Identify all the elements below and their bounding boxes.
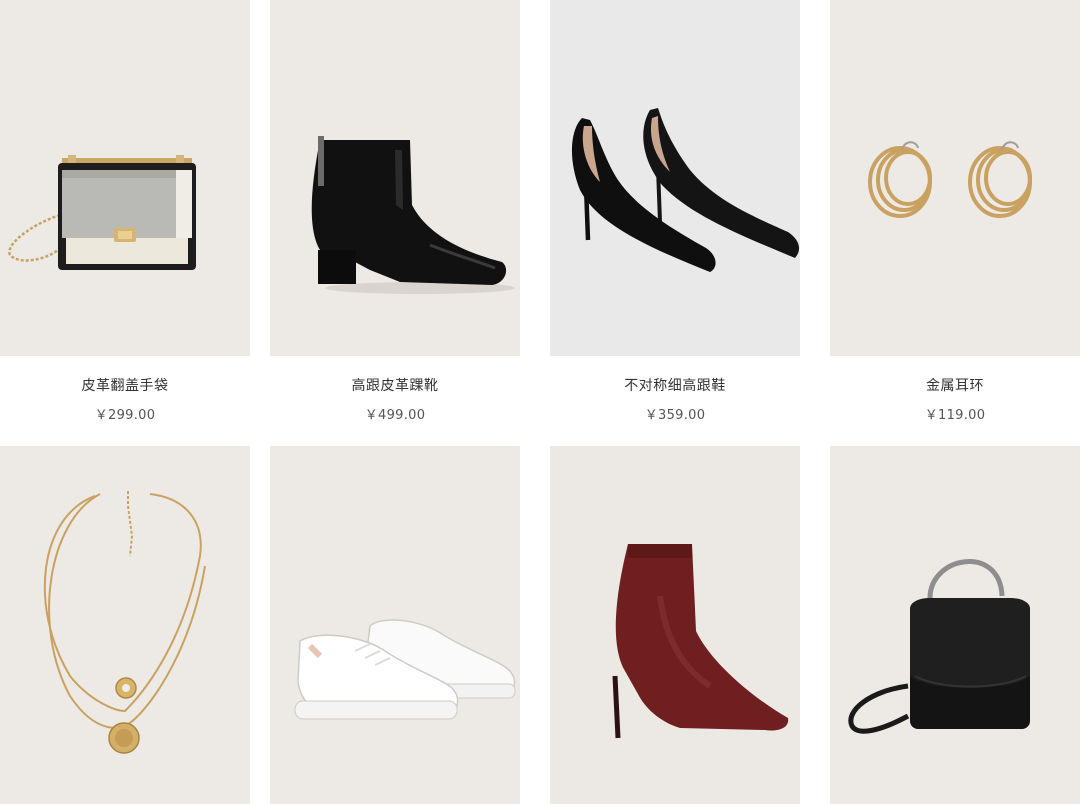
product-price: ￥119.00 [924, 408, 986, 423]
product-card-top-handle-bag[interactable] [830, 446, 1080, 804]
product-info: 皮革翻盖手袋 ￥299.00 [0, 356, 250, 445]
product-image-ankle-boot[interactable] [270, 0, 520, 356]
stiletto-pumps-image [550, 0, 800, 356]
product-image-hoop-earrings[interactable] [830, 0, 1080, 356]
product-grid: 皮革翻盖手袋 ￥299.00 高跟皮革踝靴 ￥499.00 不对称细高跟鞋 ￥3… [0, 0, 1080, 804]
product-info: 金属耳环 ￥119.00 [830, 356, 1080, 445]
product-price: ￥299.00 [94, 408, 156, 423]
top-handle-bag-image [830, 446, 1080, 804]
product-name[interactable]: 皮革翻盖手袋 [0, 375, 250, 395]
product-card-ankle-boot[interactable]: 高跟皮革踝靴 ￥499.00 [270, 0, 520, 445]
product-name[interactable]: 高跟皮革踝靴 [270, 375, 520, 395]
product-card-sneakers[interactable] [270, 446, 520, 804]
sock-boot-image [550, 446, 800, 804]
product-card-stiletto-pumps[interactable]: 不对称细高跟鞋 ￥359.00 [550, 0, 800, 445]
ankle-boot-image [270, 0, 520, 356]
product-name[interactable]: 金属耳环 [830, 375, 1080, 395]
product-name[interactable]: 不对称细高跟鞋 [550, 375, 800, 395]
product-price: ￥499.00 [364, 408, 426, 423]
product-image-top-handle-bag[interactable] [830, 446, 1080, 804]
product-image-sock-boot[interactable] [550, 446, 800, 804]
product-image-sneakers[interactable] [270, 446, 520, 804]
product-image-flap-bag[interactable] [0, 0, 250, 356]
hoop-earrings-image [830, 0, 1080, 356]
product-info: 不对称细高跟鞋 ￥359.00 [550, 356, 800, 445]
product-card-hoop-earrings[interactable]: 金属耳环 ￥119.00 [830, 0, 1080, 445]
necklace-image [0, 446, 250, 804]
product-image-necklace[interactable] [0, 446, 250, 804]
product-info: 高跟皮革踝靴 ￥499.00 [270, 356, 520, 445]
flap-bag-image [0, 0, 250, 356]
product-price: ￥359.00 [644, 408, 706, 423]
sneakers-image [270, 446, 520, 804]
product-card-flap-bag[interactable]: 皮革翻盖手袋 ￥299.00 [0, 0, 250, 445]
product-card-necklace[interactable] [0, 446, 250, 804]
product-card-sock-boot[interactable] [550, 446, 800, 804]
product-image-stiletto-pumps[interactable] [550, 0, 800, 356]
